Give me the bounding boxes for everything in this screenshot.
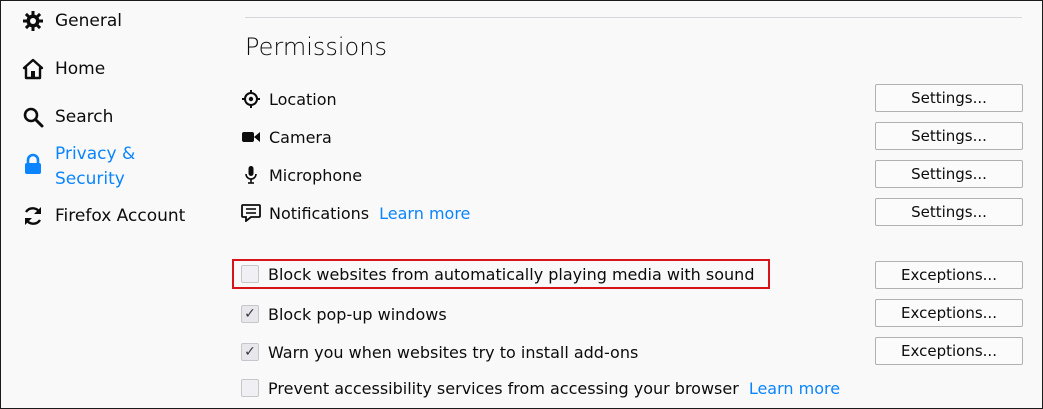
home-icon xyxy=(21,57,45,81)
permission-row-camera: Camera xyxy=(241,122,332,152)
popup-checkbox[interactable]: ✓ xyxy=(241,305,259,323)
addons-exceptions-button[interactable]: Exceptions... xyxy=(875,337,1023,365)
microphone-icon xyxy=(241,165,261,185)
autoplay-exceptions-button[interactable]: Exceptions... xyxy=(875,261,1023,289)
camera-icon xyxy=(241,127,261,147)
checkbox-label: Warn you when websites try to install ad… xyxy=(268,342,639,362)
permission-row-location: Location xyxy=(241,84,337,114)
checkbox-label: Block pop-up windows xyxy=(268,304,447,324)
sidebar-item-home[interactable]: Home xyxy=(21,57,105,82)
section-title-permissions: Permissions xyxy=(245,33,387,61)
sync-icon xyxy=(21,204,45,228)
notifications-settings-button[interactable]: Settings... xyxy=(875,198,1023,226)
addons-checkbox[interactable]: ✓ xyxy=(241,343,259,361)
sidebar-item-label: General xyxy=(55,11,122,31)
checkbox-label: Block websites from automatically playin… xyxy=(268,264,755,284)
sidebar-item-label: Firefox Account xyxy=(55,206,186,226)
microphone-settings-button[interactable]: Settings... xyxy=(875,160,1023,188)
camera-settings-button[interactable]: Settings... xyxy=(875,122,1023,150)
permission-row-notifications: Notifications Learn more xyxy=(241,198,470,228)
preferences-window: General Home Search Privacy & Security F… xyxy=(0,0,1043,409)
popup-checkbox-row[interactable]: ✓ Block pop-up windows xyxy=(241,301,447,327)
accessibility-learn-more-link[interactable]: Learn more xyxy=(749,379,840,398)
addons-checkbox-row[interactable]: ✓ Warn you when websites try to install … xyxy=(241,339,638,365)
permission-label: Microphone xyxy=(269,165,363,185)
autoplay-checkbox-row[interactable]: Block websites from automatically playin… xyxy=(241,261,754,287)
sidebar-item-general[interactable]: General xyxy=(21,9,122,34)
location-settings-button[interactable]: Settings... xyxy=(875,84,1023,112)
checkbox-label: Prevent accessibility services from acce… xyxy=(268,378,739,398)
permission-label: Notifications xyxy=(269,203,370,223)
permission-label: Location xyxy=(269,89,337,109)
lock-icon xyxy=(21,152,45,176)
sidebar-item-search[interactable]: Search xyxy=(21,105,113,130)
sidebar-item-label: Search xyxy=(55,107,114,127)
sidebar-item-firefox-account[interactable]: Firefox Account xyxy=(21,204,185,229)
section-divider xyxy=(245,17,1022,18)
autoplay-checkbox[interactable] xyxy=(241,265,259,283)
accessibility-checkbox[interactable] xyxy=(241,379,259,397)
gear-icon xyxy=(21,9,45,33)
permission-label: Camera xyxy=(269,127,332,147)
permission-row-microphone: Microphone xyxy=(241,160,362,190)
search-icon xyxy=(21,105,45,129)
accessibility-checkbox-row[interactable]: Prevent accessibility services from acce… xyxy=(241,375,840,401)
sidebar-item-label: Home xyxy=(55,59,106,79)
sidebar: General Home Search Privacy & Security F… xyxy=(1,1,231,408)
notifications-icon xyxy=(241,203,261,223)
popup-exceptions-button[interactable]: Exceptions... xyxy=(875,299,1023,327)
notifications-learn-more-link[interactable]: Learn more xyxy=(379,204,470,223)
sidebar-item-label: Privacy & Security xyxy=(55,144,136,189)
sidebar-item-privacy-security[interactable]: Privacy & Security xyxy=(21,142,165,192)
location-icon xyxy=(241,89,261,109)
